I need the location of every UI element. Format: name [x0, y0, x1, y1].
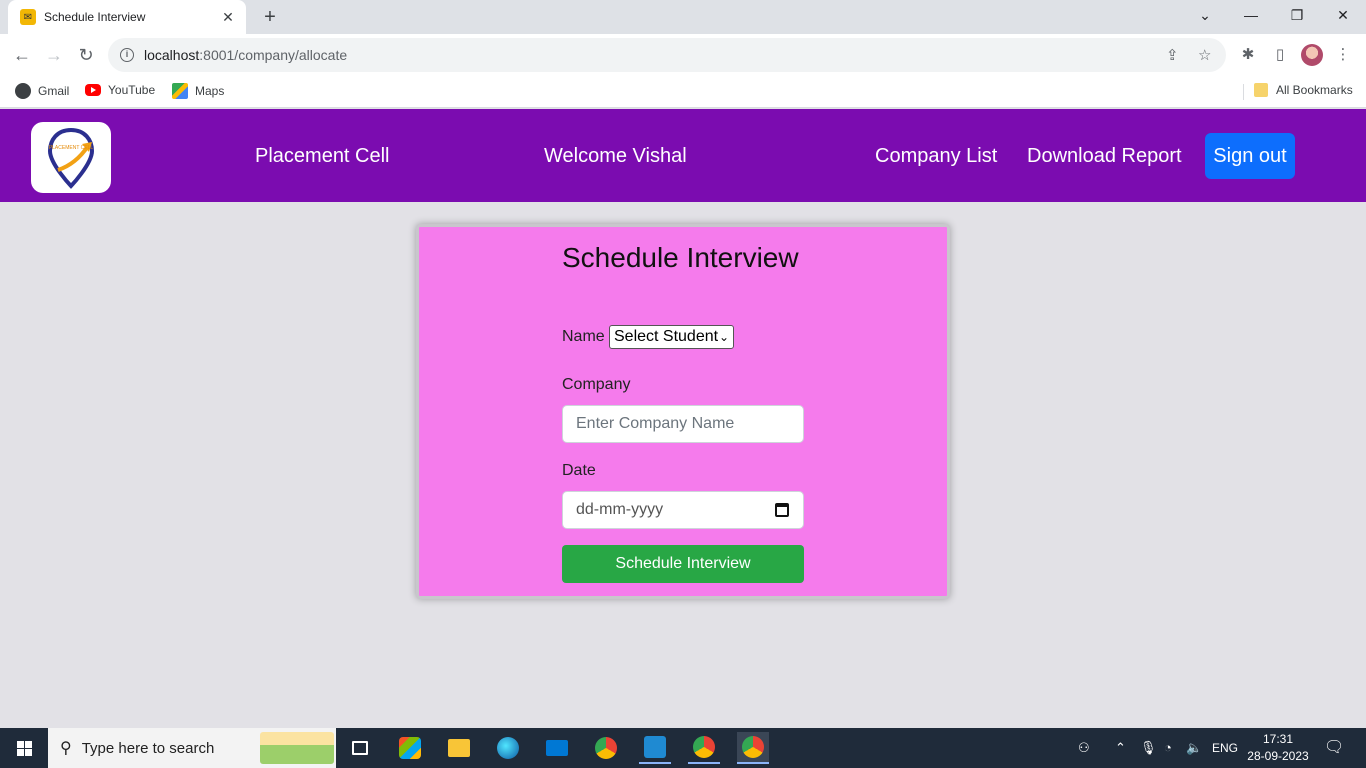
task-view-icon[interactable]: [344, 732, 376, 764]
tab-favicon-icon: ✉: [20, 9, 36, 25]
profile-avatar[interactable]: [1301, 44, 1323, 66]
start-button[interactable]: [0, 728, 48, 768]
bookmark-youtube[interactable]: YouTube: [85, 83, 155, 97]
browser-tabstrip: ✉ Schedule Interview ✕ + ⌄ — ❐ ✕: [0, 0, 1366, 34]
new-tab-button[interactable]: +: [258, 5, 282, 29]
search-highlight-image: [260, 732, 334, 764]
clock-date: 28-09-2023: [1247, 749, 1309, 763]
name-label: Name: [562, 328, 605, 345]
share-icon[interactable]: ⇪: [1166, 46, 1179, 64]
placement-cell-logo[interactable]: PLACEMENT CELL: [31, 122, 111, 193]
close-window-button[interactable]: ✕: [1320, 0, 1366, 30]
bookmark-star-icon[interactable]: ☆: [1198, 46, 1211, 64]
edge-icon[interactable]: [492, 732, 524, 764]
company-list-link[interactable]: Company List: [875, 145, 997, 168]
browser-tab[interactable]: ✉ Schedule Interview ✕: [8, 0, 246, 34]
minimize-button[interactable]: —: [1228, 0, 1274, 30]
store-icon[interactable]: [394, 732, 426, 764]
date-label: Date: [562, 462, 596, 479]
brand-link[interactable]: Placement Cell: [255, 145, 390, 168]
menu-kebab-icon[interactable]: ⋮: [1333, 45, 1353, 65]
chrome-profile-icon[interactable]: [688, 732, 720, 764]
download-report-link[interactable]: Download Report: [1027, 145, 1182, 168]
side-panel-icon[interactable]: ▯: [1270, 45, 1290, 65]
all-bookmarks-label: All Bookmarks: [1276, 83, 1353, 97]
bookmark-label: Gmail: [38, 84, 70, 98]
vscode-icon[interactable]: [639, 732, 671, 764]
chevron-down-icon: ⌄: [718, 330, 729, 344]
url-text: localhost:8001/company/allocate: [144, 47, 348, 63]
bookmark-gmail[interactable]: Gmail: [15, 83, 69, 99]
schedule-interview-button[interactable]: Schedule Interview: [562, 545, 804, 583]
company-input[interactable]: Enter Company Name: [562, 405, 804, 443]
chrome-icon[interactable]: [590, 732, 622, 764]
bookmark-label: Maps: [195, 84, 225, 98]
bookmark-label: YouTube: [108, 83, 156, 97]
maps-icon: [172, 83, 188, 99]
date-placeholder: dd-mm-yyyy: [576, 501, 664, 518]
windows-logo-icon: [16, 740, 32, 756]
search-icon: ⚲: [60, 740, 72, 757]
microphone-icon[interactable]: 🎙: [1140, 728, 1157, 768]
back-icon[interactable]: ←: [9, 42, 35, 68]
bookmarks-divider: [1243, 84, 1244, 100]
volume-icon[interactable]: 🔈: [1186, 728, 1202, 768]
system-clock[interactable]: 17:31 28-09-2023: [1244, 731, 1312, 765]
network-icon[interactable]: ◔: [1164, 728, 1172, 768]
tab-search-icon[interactable]: ⌄: [1182, 0, 1228, 30]
notification-icon[interactable]: 🗨: [1324, 728, 1344, 768]
github-icon: [15, 83, 31, 99]
clock-time: 17:31: [1262, 732, 1294, 746]
reload-icon[interactable]: ↻: [73, 42, 99, 68]
sign-out-button[interactable]: Sign out: [1205, 133, 1295, 179]
restore-button[interactable]: ❐: [1274, 0, 1320, 30]
company-placeholder: Enter Company Name: [576, 415, 735, 432]
student-select-value: Select Student: [614, 328, 719, 345]
company-label: Company: [562, 376, 631, 393]
app-navbar: PLACEMENT CELL Placement Cell Welcome Vi…: [0, 109, 1366, 202]
logo-text: PLACEMENT CELL: [49, 145, 94, 151]
language-indicator[interactable]: ENG: [1212, 728, 1238, 768]
student-select[interactable]: Select Student ⌄: [609, 325, 734, 349]
welcome-text: Welcome Vishal: [544, 145, 687, 167]
forward-icon[interactable]: →: [41, 42, 67, 68]
youtube-icon: [85, 84, 101, 96]
bookmarks-bar: Gmail YouTube Maps All Bookmarks: [0, 76, 1366, 108]
taskbar-search[interactable]: ⚲ Type here to search: [48, 728, 336, 768]
bookmark-maps[interactable]: Maps: [172, 83, 224, 99]
address-bar[interactable]: i localhost:8001/company/allocate ⇪ ☆: [108, 38, 1226, 72]
mail-icon[interactable]: [541, 732, 573, 764]
chrome-active-icon[interactable]: [737, 732, 769, 764]
site-info-icon[interactable]: i: [120, 48, 134, 62]
calendar-icon[interactable]: [775, 503, 789, 517]
date-input[interactable]: dd-mm-yyyy: [562, 491, 804, 529]
extensions-icon[interactable]: ✱: [1238, 45, 1258, 65]
chevron-up-icon[interactable]: ⌃: [1115, 728, 1126, 768]
tab-title: Schedule Interview: [44, 10, 146, 24]
page-title: Schedule Interview: [562, 242, 799, 273]
location-pin-logo-icon: PLACEMENT CELL: [47, 127, 95, 189]
file-explorer-icon[interactable]: [443, 732, 475, 764]
search-placeholder: Type here to search: [81, 739, 215, 757]
all-bookmarks[interactable]: All Bookmarks: [1254, 83, 1353, 97]
folder-icon: [1254, 83, 1268, 97]
browser-toolbar: ← → ↻ i localhost:8001/company/allocate …: [0, 34, 1366, 76]
windows-taskbar: ⚲ Type here to search ⚇ ⌃ 🎙 ◔ 🔈 ENG 17:3…: [0, 728, 1366, 768]
tab-close-icon[interactable]: ✕: [220, 9, 236, 26]
people-icon[interactable]: ⚇: [1078, 728, 1090, 768]
